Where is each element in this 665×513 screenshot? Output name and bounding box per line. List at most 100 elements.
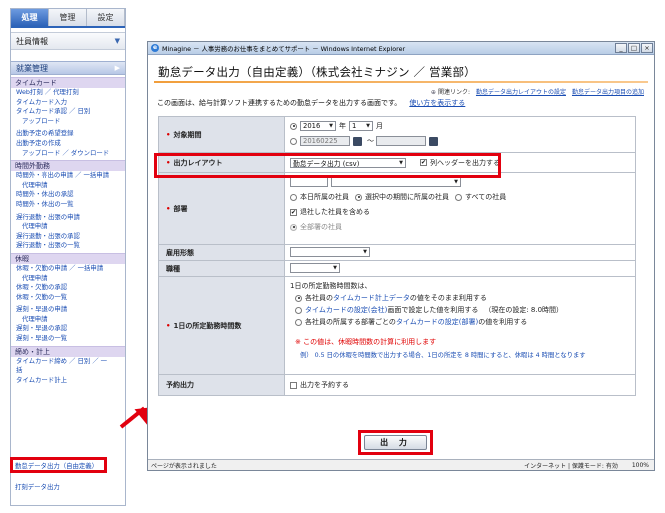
calendar-icon[interactable] xyxy=(429,136,438,146)
radio-hours-timecard[interactable] xyxy=(295,294,302,302)
sidebar-item[interactable]: 休暇・欠勤の承認 xyxy=(11,283,125,293)
include-retired-checkbox[interactable]: ✔ xyxy=(290,208,297,216)
calendar-icon[interactable] xyxy=(353,136,362,146)
page-title: 勤怠データ出力（自由定義）（株式会社ミナジン ／ 営業部） xyxy=(158,65,476,79)
row-hours: • 1日の所定勤務時間数 1日の所定勤務時間数は、 各社員の タイムカード計上データ… xyxy=(159,277,635,375)
radio-period-range[interactable] xyxy=(290,137,297,145)
close-button[interactable]: × xyxy=(641,43,653,53)
schedule-checkbox[interactable] xyxy=(290,381,297,389)
sidebar-category-select[interactable]: 社員情報 ▼ xyxy=(11,32,125,50)
year-select[interactable]: 2016 ▼ xyxy=(300,121,336,131)
sidebar-item[interactable]: 代理申請 xyxy=(11,181,125,191)
dropdown-arrow-icon: ▼ xyxy=(333,265,337,271)
dropdown-arrow-icon: ▼ xyxy=(363,249,367,255)
description-text: この画面は、給与計算ソフト連携するための勤怠データを出力する画面です。 xyxy=(157,99,402,107)
department-scope-line: 本日所属の社員 選択中の期間に所属の社員 すべての社員 xyxy=(290,191,630,203)
sidebar-category: 時間外勤務 xyxy=(11,160,125,172)
minimize-button[interactable]: _ xyxy=(615,43,627,53)
date-from-input[interactable]: 20160225 xyxy=(300,136,350,146)
period-field: 2016 ▼ 年 1 ▼ 月 20160225 ～ xyxy=(285,117,635,152)
date-to-input[interactable] xyxy=(376,136,426,146)
related-links: ⊕ 関連リンク: 勤怠データ出力レイアウトの設定 勤怠データ出力項目の追加 xyxy=(431,87,644,96)
sidebar-item[interactable]: 時間外・休出の一覧 xyxy=(11,200,125,210)
sidebar-item[interactable]: アップロード ／ ダウンロード xyxy=(11,149,125,159)
sidebar-item[interactable]: 遅刻・早退の一覧 xyxy=(11,334,125,344)
link-timecard-data[interactable]: タイムカード計上データ xyxy=(333,293,410,303)
hours-option-1: 各社員の タイムカード計上データ の値をそのまま利用する xyxy=(290,292,630,304)
sidebar-category: 休暇 xyxy=(11,252,125,264)
sidebar-item[interactable]: 時間外・휴出の申請 ／ 一括申請 xyxy=(11,171,125,181)
zoom-level[interactable]: 100% xyxy=(632,462,649,469)
sidebar-item[interactable]: アップロード xyxy=(11,117,125,127)
link-add-export-item[interactable]: 勤怠データ出力項目の追加 xyxy=(572,89,644,96)
dropdown-arrow-icon: ▼ xyxy=(329,123,333,129)
sidebar-menu: タイムカード Web打刻 ／ 代理打刻 タイムカード入力 タイムカード承認 ／ 日別ア… xyxy=(11,77,125,385)
month-select[interactable]: 1 ▼ xyxy=(349,121,373,131)
title-divider xyxy=(154,81,648,83)
sidebar-item[interactable]: タイムカード入力 xyxy=(11,98,125,108)
chevron-down-icon: ▼ xyxy=(114,37,120,45)
radio-hours-department[interactable] xyxy=(295,318,302,326)
position-select[interactable]: ▼ xyxy=(290,263,340,273)
radio-today-members[interactable] xyxy=(290,193,297,201)
employment-field: ▼ xyxy=(285,245,635,260)
row-department: • 部署 ▼ 本日所属の社員 選択中の期間に所属の社員 すべての社員 ✔ 退社した社… xyxy=(159,173,635,245)
label-period: • 対象期間 xyxy=(159,117,285,152)
row-position: 職種 ▼ xyxy=(159,261,635,277)
sidebar-section-attendance[interactable]: 就業管理 ▶ xyxy=(11,61,125,75)
sidebar-item[interactable]: 遅行退勤・出張の一覧 xyxy=(11,241,125,251)
page-description: この画面は、給与計算ソフト連携するための勤怠データを出力する画面です。 使い方を表… xyxy=(157,98,465,108)
tab-manage[interactable]: 管理 xyxy=(49,9,87,26)
radio-period-month[interactable] xyxy=(290,122,297,130)
sidebar-item[interactable]: 遅行退勤・出張の申請 xyxy=(11,213,125,223)
link-layout-settings[interactable]: 勤怠データ出力レイアウトの設定 xyxy=(476,89,566,96)
position-field: ▼ xyxy=(285,261,635,276)
period-month-line: 2016 ▼ 年 1 ▼ 月 xyxy=(290,120,630,132)
sidebar-item[interactable]: 時間外・休出の承認 xyxy=(11,190,125,200)
radio-period-members[interactable] xyxy=(355,193,362,201)
row-period: • 対象期間 2016 ▼ 年 1 ▼ 月 20160225 ～ xyxy=(159,117,635,153)
howto-link[interactable]: 使い方を表示する xyxy=(409,99,465,107)
sidebar-item[interactable]: 出勤予定の希望登録 xyxy=(11,129,125,139)
sidebar-item[interactable]: Web打刻 ／ 代理打刻 xyxy=(11,88,125,98)
sidebar-item[interactable]: 遅刻・早退の申請 xyxy=(11,305,125,315)
link-timecard-company[interactable]: タイムカードの設定(会社) xyxy=(305,305,387,315)
sidebar-item[interactable]: 休暇・欠勤の申請 ／ 一括申請 xyxy=(11,264,125,274)
sidebar-tabs: 処理 管理 設定 xyxy=(11,9,125,28)
radio-all-departments[interactable] xyxy=(290,223,297,231)
sidebar-item[interactable]: 代理申請 xyxy=(11,222,125,232)
sidebar-item-attendance-export[interactable]: 勤怠データ出力（自由定義） xyxy=(10,457,107,473)
row-schedule: 予約出力 出力を予約する xyxy=(159,375,635,395)
sidebar-item[interactable]: 代理申請 xyxy=(11,274,125,284)
sidebar-item[interactable]: 出勤予定の作成 xyxy=(11,139,125,149)
tab-settings[interactable]: 設定 xyxy=(87,9,125,26)
link-timecard-department[interactable]: タイムカードの設定(部署) xyxy=(396,317,478,327)
tab-process[interactable]: 処理 xyxy=(11,9,49,26)
export-button[interactable]: 出 力 xyxy=(364,435,427,450)
sidebar-item[interactable]: タイムカード承認 ／ 日別 xyxy=(11,107,125,117)
radio-hours-company[interactable] xyxy=(295,306,302,314)
sidebar-item-punch-export[interactable]: 打刻データ出力 xyxy=(15,482,60,491)
radio-all-members[interactable] xyxy=(455,193,462,201)
hours-intro: 1日の所定勤務時間数は、 xyxy=(290,282,372,290)
department-code-input[interactable] xyxy=(290,177,328,187)
chevron-right-icon: ▶ xyxy=(114,64,120,72)
sidebar-section-label: 就業管理 xyxy=(16,63,48,73)
sidebar-item[interactable]: 括 xyxy=(11,366,125,376)
period-range-line: 20160225 ～ xyxy=(290,135,630,147)
schedule-field: 出力を予約する xyxy=(285,375,635,395)
sidebar-item[interactable]: タイムカード計上 xyxy=(11,376,125,386)
label-department: • 部署 xyxy=(159,173,285,244)
row-employment: 雇用形態 ▼ xyxy=(159,245,635,261)
sidebar-category: タイムカード xyxy=(11,77,125,88)
status-text: ページが表示されました xyxy=(151,462,217,470)
sidebar: 処理 管理 設定 社員情報 ▼ 就業管理 ▶ タイムカード Web打刻 ／ 代理打… xyxy=(10,8,126,506)
maximize-button[interactable]: □ xyxy=(628,43,640,53)
sidebar-item[interactable]: タイムカード締め ／ 日別 ／ 一 xyxy=(11,357,125,367)
sidebar-item[interactable]: 遅行退勤・出張の承認 xyxy=(11,232,125,242)
department-select[interactable]: ▼ xyxy=(331,177,461,187)
sidebar-select-label: 社員情報 xyxy=(16,36,48,46)
sidebar-item[interactable]: 休暇・欠勤の一覧 xyxy=(11,293,125,303)
employment-select[interactable]: ▼ xyxy=(290,247,370,257)
sidebar-item[interactable]: 遅刻・早退の承認 xyxy=(11,324,125,334)
